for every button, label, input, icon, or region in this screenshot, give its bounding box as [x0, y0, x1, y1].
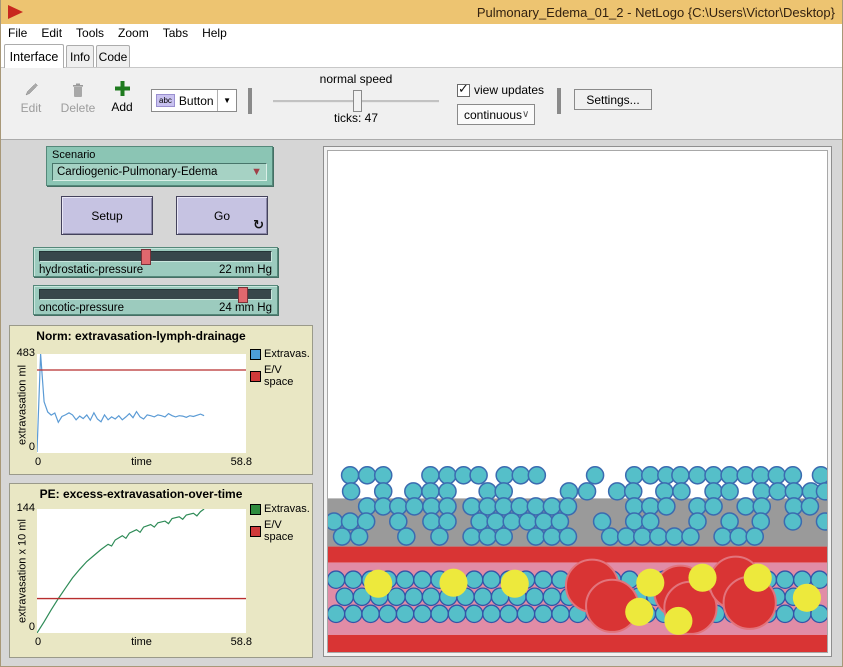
world-view-frame — [323, 146, 832, 657]
x-max-tick: 58.8 — [222, 456, 252, 468]
legend-label: Extravas. — [264, 503, 310, 515]
legend-label: E/V space — [264, 364, 312, 388]
go-label: Go — [214, 209, 230, 223]
legend-swatch — [250, 371, 261, 382]
slider-thumb[interactable] — [238, 287, 248, 303]
setup-label: Setup — [91, 209, 122, 223]
dropdown-triangle-icon: ▼ — [251, 166, 262, 178]
menu-item-edit[interactable]: Edit — [34, 26, 69, 40]
tab-interface[interactable]: Interface — [4, 44, 64, 68]
plot-extravasation-lymph-drainage: Norm: extravasation-lymph-drainage 483 0… — [9, 325, 313, 475]
plot-title: Norm: extravasation-lymph-drainage — [34, 329, 248, 343]
plus-icon — [114, 80, 131, 97]
plot-title: PE: excess-extravasation-over-time — [34, 487, 248, 501]
toolbar-separator — [557, 88, 561, 114]
pencil-icon — [23, 82, 39, 98]
menu-bar: File Edit Tools Zoom Tabs Help — [1, 24, 842, 42]
netlogo-window: Pulmonary_Edema_01_2 - NetLogo {C:\Users… — [0, 0, 843, 667]
delete-button[interactable]: Delete — [56, 82, 100, 115]
hydrostatic-pressure-slider[interactable]: hydrostatic-pressure 22 mm Hg — [33, 247, 278, 277]
plot-excess-extravasation: PE: excess-extravasation-over-time 144 0… — [9, 483, 313, 658]
forever-icon: ↻ — [253, 217, 264, 233]
legend-label: E/V space — [264, 519, 312, 543]
slider-track[interactable] — [39, 289, 272, 300]
slider-value: 24 mm Hg — [219, 302, 272, 314]
speed-slider-thumb[interactable] — [353, 90, 362, 112]
y-axis-label: extravasation ml — [16, 356, 29, 453]
widget-type-value: Button — [179, 94, 214, 108]
x-max-tick: 58.8 — [222, 636, 252, 648]
plot-canvas — [37, 509, 246, 633]
update-mode-dropdown[interactable]: continuous ∨ — [457, 104, 535, 125]
menu-item-tools[interactable]: Tools — [69, 26, 111, 40]
go-button[interactable]: Go ↻ — [176, 196, 268, 235]
y-axis-label: extravasation x 10 ml — [16, 509, 29, 633]
legend-entry: E/V space — [250, 364, 312, 388]
view-updates-checkbox[interactable]: ✓ view updates — [457, 83, 544, 97]
tab-info[interactable]: Info — [66, 45, 94, 68]
legend-entry: Extravas. — [250, 348, 310, 360]
speed-slider-label: normal speed — [273, 72, 439, 86]
widget-type-dropdown[interactable]: abc Button ▼ — [151, 89, 237, 112]
delete-label: Delete — [56, 101, 100, 115]
interface-toolbar: Edit Delete Add abc Button ▼ normal spee… — [1, 67, 842, 140]
world-view-canvas[interactable] — [327, 150, 828, 653]
abc-icon: abc — [156, 94, 175, 107]
legend-entry: E/V space — [250, 519, 312, 543]
chooser-value-box[interactable]: Cardiogenic-Pulmonary-Edema ▼ — [52, 163, 267, 181]
slider-label: hydrostatic-pressure — [39, 264, 143, 276]
oncotic-pressure-slider[interactable]: oncotic-pressure 24 mm Hg — [33, 285, 278, 315]
legend-swatch — [250, 504, 261, 515]
legend-swatch — [250, 349, 261, 360]
slider-thumb[interactable] — [141, 249, 151, 265]
menu-item-file[interactable]: File — [1, 26, 34, 40]
plot-canvas — [37, 354, 246, 453]
slider-value: 22 mm Hg — [219, 264, 272, 276]
update-mode-value: continuous — [464, 108, 522, 122]
tab-strip: Interface Info Code — [1, 42, 842, 67]
slider-label: oncotic-pressure — [39, 302, 124, 314]
x-axis-label: time — [37, 456, 246, 468]
chooser-label: Scenario — [52, 149, 95, 161]
trash-icon — [71, 82, 85, 98]
legend-entry: Extravas. — [250, 503, 310, 515]
view-updates-label: view updates — [474, 83, 544, 97]
tab-code[interactable]: Code — [96, 45, 130, 68]
legend-swatch — [250, 526, 261, 537]
scenario-chooser[interactable]: Scenario Cardiogenic-Pulmonary-Edema ▼ — [46, 146, 273, 186]
menu-item-help[interactable]: Help — [195, 26, 234, 40]
ticks-counter: ticks: 47 — [273, 111, 439, 125]
setup-button[interactable]: Setup — [61, 196, 153, 235]
slider-track[interactable] — [39, 251, 272, 262]
speed-slider[interactable] — [273, 100, 439, 103]
menu-item-tabs[interactable]: Tabs — [156, 26, 195, 40]
legend-label: Extravas. — [264, 348, 310, 360]
toolbar-separator — [248, 88, 252, 114]
chevron-down-icon: ∨ — [522, 109, 535, 120]
title-bar[interactable]: Pulmonary_Edema_01_2 - NetLogo {C:\Users… — [1, 0, 842, 24]
check-mark-icon: ✓ — [458, 81, 469, 97]
chevron-down-icon: ▼ — [217, 90, 236, 111]
menu-item-zoom[interactable]: Zoom — [111, 26, 156, 40]
netlogo-logo-icon — [8, 5, 23, 19]
edit-label: Edit — [11, 101, 51, 115]
checkbox-icon[interactable]: ✓ — [457, 84, 470, 97]
chooser-value: Cardiogenic-Pulmonary-Edema — [57, 166, 217, 178]
x-axis-label: time — [37, 636, 246, 648]
edit-button[interactable]: Edit — [11, 82, 51, 115]
settings-button[interactable]: Settings... — [574, 89, 652, 110]
add-label: Add — [104, 100, 140, 114]
add-widget-button[interactable]: Add — [104, 80, 140, 114]
window-title: Pulmonary_Edema_01_2 - NetLogo {C:\Users… — [23, 5, 837, 20]
